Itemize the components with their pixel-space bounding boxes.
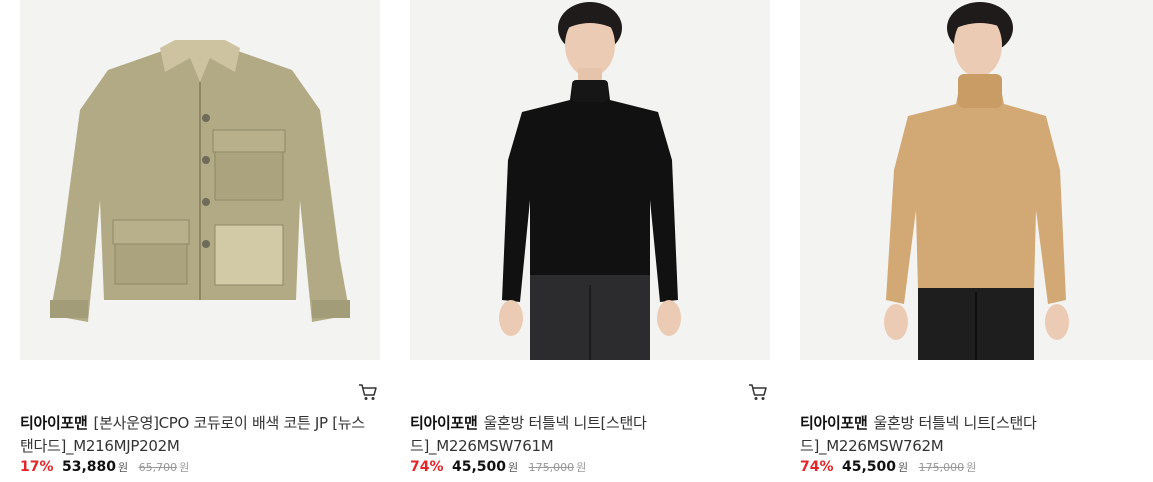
product-card[interactable]: 티아이포맨 울혼방 터틀넥 니트[스탠다드]_M226MSW761M 74% 45… [410, 0, 770, 475]
price-unit: 원 [508, 461, 519, 474]
product-title[interactable]: 티아이포맨 울혼방 터틀넥 니트[스탠다드]_M226MSW761M [410, 412, 670, 458]
product-brand: 티아이포맨 [800, 414, 868, 432]
sale-price: 53,880 [61, 459, 116, 475]
product-card[interactable]: 티아이포맨 [본사운영]CPO 코듀로이 배색 코튼 JP [뉴스탠다드]_M21… [20, 0, 380, 475]
price-row: 74% 45,500 원 175,000 원 [800, 459, 976, 475]
jacket-illustration [20, 0, 380, 360]
cart-icon[interactable] [358, 383, 378, 401]
product-title[interactable]: 티아이포맨 울혼방 터틀넥 니트[스탠다드]_M226MSW762M [800, 412, 1060, 458]
original-price: 175,000 [528, 461, 575, 474]
original-price-unit: 원 [966, 461, 977, 474]
original-price: 175,000 [918, 461, 965, 474]
original-price: 65,700 [138, 461, 178, 474]
product-card[interactable]: 티아이포맨 울혼방 터틀넥 니트[스탠다드]_M226MSW762M 74% 45… [800, 0, 1153, 475]
discount-rate: 74% [800, 459, 834, 475]
price-unit: 원 [898, 461, 909, 474]
price-unit: 원 [118, 461, 129, 474]
product-brand: 티아이포맨 [20, 414, 88, 432]
cart-icon[interactable] [748, 383, 768, 401]
original-price-unit: 원 [179, 461, 190, 474]
product-title[interactable]: 티아이포맨 [본사운영]CPO 코듀로이 배색 코튼 JP [뉴스탠다드]_M21… [20, 412, 370, 458]
product-image-black-turtleneck[interactable] [410, 0, 770, 360]
product-image-camel-turtleneck[interactable] [800, 0, 1153, 360]
discount-rate: 17% [20, 459, 54, 475]
original-price-unit: 원 [576, 461, 587, 474]
model-illustration [410, 0, 770, 360]
product-brand: 티아이포맨 [410, 414, 478, 432]
discount-rate: 74% [410, 459, 444, 475]
sale-price: 45,500 [841, 459, 896, 475]
sale-price: 45,500 [451, 459, 506, 475]
price-row: 74% 45,500 원 175,000 원 [410, 459, 586, 475]
model-illustration [800, 0, 1153, 360]
price-row: 17% 53,880 원 65,700 원 [20, 459, 189, 475]
product-image-jacket[interactable] [20, 0, 380, 360]
